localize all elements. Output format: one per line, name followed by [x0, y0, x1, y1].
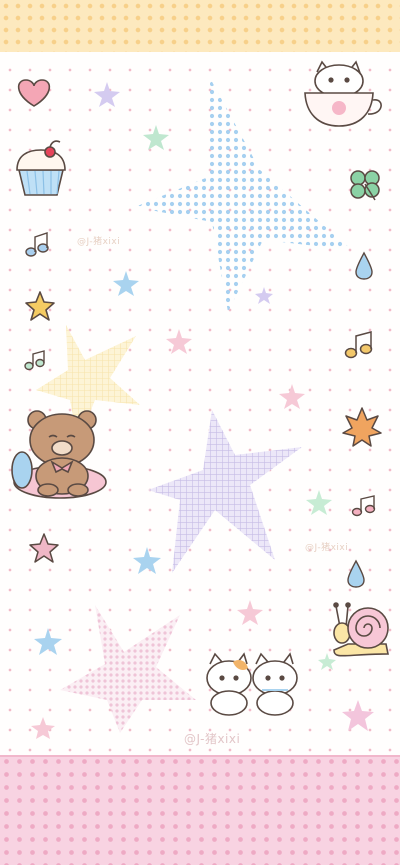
two-kittens-icon: [206, 652, 298, 716]
watermark-text: @J-猪xixi: [305, 543, 349, 553]
music-note-icon: [24, 350, 45, 371]
lavender-star: [148, 410, 302, 573]
music-note-icon: [344, 331, 373, 359]
snail-icon: [333, 602, 389, 657]
teacup-cat-icon: [304, 60, 382, 127]
star-icon: [25, 291, 55, 321]
clover-icon: [350, 170, 380, 201]
watermark-text: @J-猪xixi: [77, 237, 121, 247]
music-note-icon: [351, 495, 376, 517]
star-icon: [29, 533, 59, 563]
cupcake-icon: [16, 140, 66, 196]
water-drop-icon: [355, 251, 373, 280]
wallpaper: @J-猪xixi @J-猪xixi @J-猪xixi: [0, 0, 400, 865]
pink-star: [60, 605, 196, 733]
watermark-text: @J-猪xixi: [184, 732, 241, 746]
heart-icon: [17, 79, 51, 107]
teddy-bear-icon: [11, 410, 107, 499]
water-drop-icon: [347, 559, 365, 588]
maple-leaf-icon: [342, 407, 382, 447]
music-note-icon: [25, 232, 49, 257]
